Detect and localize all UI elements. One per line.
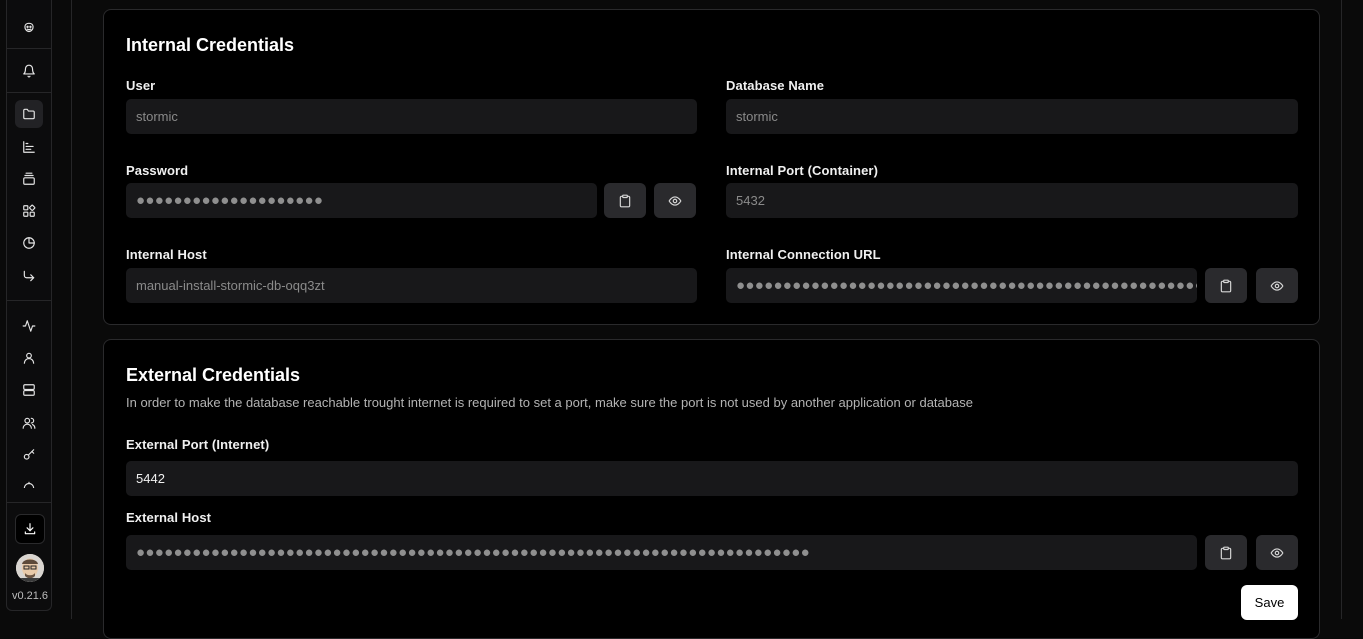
internal-credentials-card: Internal Credentials User stormic Databa… bbox=[103, 9, 1320, 325]
chart-icon[interactable] bbox=[15, 133, 43, 161]
internal-credentials-title: Internal Credentials bbox=[126, 35, 295, 55]
internal-port-label: Internal Port (Container) bbox=[726, 163, 879, 178]
password-label: Password bbox=[126, 163, 189, 178]
version-label: v0.21.6 bbox=[11, 590, 49, 602]
save-button[interactable]: Save bbox=[1241, 585, 1298, 620]
show-external-host-button[interactable] bbox=[1256, 535, 1298, 570]
user-icon[interactable] bbox=[15, 344, 43, 372]
internal-port-input[interactable]: 5432 bbox=[726, 183, 1298, 218]
copy-external-host-button[interactable] bbox=[1205, 535, 1247, 570]
layers-icon[interactable] bbox=[15, 165, 43, 193]
user-input[interactable]: stormic bbox=[126, 99, 697, 134]
sidebar: v0.21.6 bbox=[6, 0, 52, 611]
activity-icon[interactable] bbox=[15, 312, 43, 340]
pie-chart-icon[interactable] bbox=[15, 229, 43, 257]
copy-connection-url-button[interactable] bbox=[1205, 268, 1247, 303]
internal-host-label: Internal Host bbox=[126, 247, 207, 262]
user-label: User bbox=[126, 78, 156, 93]
internal-connection-url-input[interactable]: ●●●●●●●●●●●●●●●●●●●●●●●●●●●●●●●●●●●●●●●●… bbox=[726, 268, 1197, 303]
users-icon[interactable] bbox=[15, 409, 43, 437]
internal-host-input[interactable]: manual-install-stormic-db-oqq3zt bbox=[126, 268, 697, 303]
external-port-input[interactable]: 5442 bbox=[126, 461, 1298, 496]
copy-password-button[interactable] bbox=[604, 183, 646, 218]
external-host-label: External Host bbox=[126, 510, 212, 525]
internal-connection-url-label: Internal Connection URL bbox=[726, 247, 881, 262]
key-icon[interactable] bbox=[15, 441, 43, 469]
clipboard-icon bbox=[1220, 546, 1232, 559]
forward-icon[interactable] bbox=[15, 262, 43, 290]
database-name-input[interactable]: stormic bbox=[726, 99, 1298, 134]
folder-icon[interactable] bbox=[15, 100, 43, 128]
show-connection-url-button[interactable] bbox=[1256, 268, 1298, 303]
apps-icon[interactable] bbox=[15, 197, 43, 225]
logo-icon[interactable] bbox=[15, 14, 43, 42]
external-host-input[interactable]: ●●●●●●●●●●●●●●●●●●●●●●●●●●●●●●●●●●●●●●●●… bbox=[126, 535, 1197, 570]
server-icon[interactable] bbox=[15, 376, 43, 404]
show-password-button[interactable] bbox=[654, 183, 696, 218]
external-port-label: External Port (Internet) bbox=[126, 437, 270, 452]
bell-icon[interactable] bbox=[15, 57, 43, 85]
external-credentials-title: External Credentials bbox=[126, 365, 301, 385]
external-credentials-card: External Credentials In order to make th… bbox=[103, 339, 1320, 639]
eye-icon bbox=[1270, 280, 1284, 291]
external-credentials-description: In order to make the database reachable … bbox=[126, 395, 973, 410]
more-icon[interactable] bbox=[15, 474, 43, 488]
eye-icon bbox=[668, 195, 682, 206]
clipboard-icon bbox=[619, 194, 631, 207]
database-name-label: Database Name bbox=[726, 78, 825, 93]
eye-icon bbox=[1270, 547, 1284, 558]
download-button[interactable] bbox=[15, 514, 45, 544]
avatar[interactable] bbox=[16, 554, 44, 582]
password-input[interactable]: ●●●●●●●●●●●●●●●●●●●● bbox=[126, 183, 597, 218]
download-icon bbox=[24, 523, 36, 535]
clipboard-icon bbox=[1220, 279, 1232, 292]
